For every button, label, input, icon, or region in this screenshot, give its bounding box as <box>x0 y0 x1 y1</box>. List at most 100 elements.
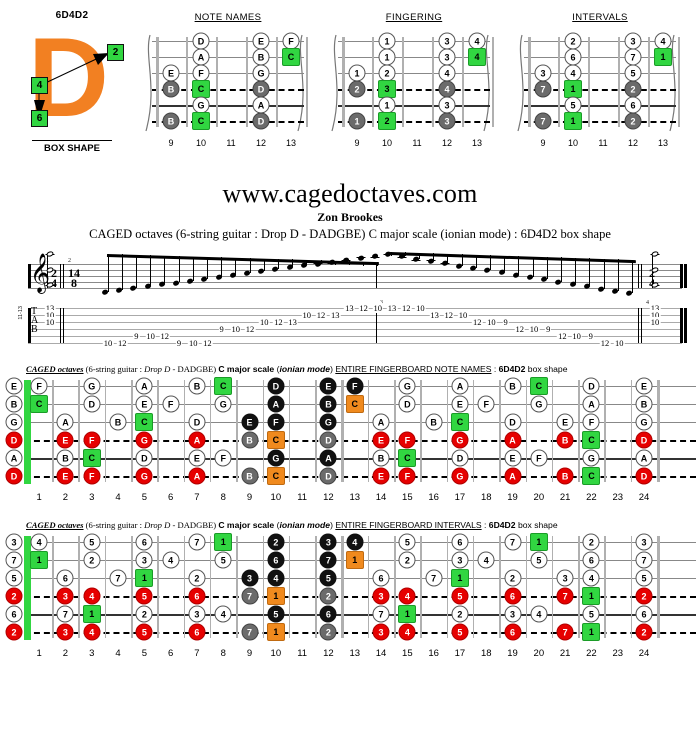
mini-fret-line <box>156 37 159 127</box>
tab-line <box>28 336 682 337</box>
fretboard-note-5: 5 <box>451 623 469 641</box>
fretboard-note-E: E <box>135 395 153 413</box>
tab-fret-number: 10 <box>571 331 582 341</box>
fretboard-note-D: D <box>319 467 337 485</box>
fret-number: 5 <box>141 492 147 503</box>
fret-number: 9 <box>246 492 253 503</box>
note-stem <box>475 254 477 268</box>
note-stem <box>348 261 350 266</box>
fretboard-note-E: E <box>241 413 259 431</box>
hdr-entire: ENTIRE FINGERBOARD NOTE NAMES <box>335 364 492 374</box>
mini-board-graphic: 13413412423413123 <box>328 27 500 137</box>
fret-line <box>551 536 554 638</box>
fretboard-note-2: 2 <box>504 569 522 587</box>
fret-line <box>209 380 212 482</box>
fret-line <box>630 380 633 482</box>
fretboard-note-5: 5 <box>451 587 469 605</box>
fretboard-note-D: D <box>188 413 206 431</box>
fret-line <box>104 380 107 482</box>
fretboard-note-G: G <box>451 431 469 449</box>
fretboard-note-names-fret-numbers: 1 2 3 4 5 6 7 8 9 10 11 12 13 14 15 16 17 18 19 20 21 22 23 24 <box>0 492 700 506</box>
mini-note-A: A <box>192 48 210 66</box>
fretboard-note-G: G <box>319 413 337 431</box>
fretboard-note-6: 6 <box>451 533 469 551</box>
tab-fret-number: 10 <box>44 317 56 327</box>
mini-note-C: C <box>282 48 300 66</box>
notehead <box>115 286 123 294</box>
mini-fret-line <box>342 37 345 127</box>
fret-line <box>52 536 54 638</box>
mini-board-graphic: 23467134571256712 <box>514 27 686 137</box>
hdr-colon: : <box>491 364 499 374</box>
fretboard-note-2: 2 <box>188 569 206 587</box>
note-stem <box>221 257 223 277</box>
tab-line <box>28 308 682 309</box>
mini-note-4: 4 <box>564 64 582 82</box>
mini-note-3: 3 <box>378 80 396 98</box>
fretboard-note-2: 2 <box>267 533 285 551</box>
fretboard-note-6: 6 <box>188 587 206 605</box>
tab-fret-number: 12 <box>400 303 412 313</box>
tab-fret-number: 10 <box>258 317 270 327</box>
fret-number: 20 <box>533 648 545 659</box>
fretboard-note-2: 2 <box>319 623 337 641</box>
fret-line <box>657 380 661 482</box>
fretboard-note-3: 3 <box>135 551 153 569</box>
fretboard-note-A: A <box>56 413 74 431</box>
fret-number: 16 <box>428 492 439 503</box>
fret-number: 21 <box>559 492 571 503</box>
fret-number: 13 <box>349 492 361 503</box>
mini-fret-line <box>462 37 464 127</box>
fretboard-note-5: 5 <box>319 569 337 587</box>
fretboard-note-4: 4 <box>477 551 495 569</box>
mini-note-B: B <box>162 112 180 130</box>
fretboard-note-A: A <box>451 377 469 395</box>
fretboard-note-1: 1 <box>529 533 548 551</box>
mini-fret-line <box>372 37 374 127</box>
fretboard-note-B: B <box>241 467 259 485</box>
tab-fret-number: 12 <box>443 310 455 320</box>
author-name: Zon Brookes <box>317 210 383 224</box>
barline <box>376 308 377 343</box>
fretboard-note-6: 6 <box>372 569 390 587</box>
note-stem <box>107 254 109 292</box>
tab-fret-number: 12 <box>315 310 327 320</box>
fretboard-note-F: F <box>582 413 600 431</box>
fretboard-note-2: 2 <box>635 587 653 605</box>
fret-line <box>236 536 238 638</box>
mini-note-6: 6 <box>564 48 582 66</box>
fret-line <box>525 536 528 638</box>
fret-line <box>446 536 449 638</box>
fretboard-note-1: 1 <box>582 587 601 605</box>
fret-number: 1 <box>36 492 42 503</box>
tab-fret-number: 12 <box>514 324 526 334</box>
mini-note-5: 5 <box>564 96 582 114</box>
fretboard-note-5: 5 <box>530 551 548 569</box>
box-shape-connector-lines <box>34 52 110 119</box>
fret-number: 24 <box>638 648 650 659</box>
fretboard-note-2: 2 <box>5 623 23 641</box>
fretboard-note-5: 5 <box>135 623 153 641</box>
mini-note-2: 2 <box>564 32 582 50</box>
mini-fret-number: 9 <box>540 138 546 148</box>
fretboard-note-A: A <box>135 377 153 395</box>
fret-line <box>183 536 186 638</box>
mini-title: NOTE NAMES <box>194 12 262 23</box>
fretboard-note-D: D <box>582 377 600 395</box>
fretboard-note-6: 6 <box>5 605 23 623</box>
final-barline <box>680 308 683 343</box>
tab-fret-number: 12 <box>116 338 128 348</box>
measure-number: 2 <box>68 258 71 264</box>
fretboard-note-7: 7 <box>109 569 127 587</box>
hdr-caged: CAGED octaves <box>26 364 84 374</box>
tab-fret-number: 12 <box>599 338 611 348</box>
fret-number: 21 <box>559 648 571 659</box>
fret-line <box>420 380 422 482</box>
fret-number: 23 <box>612 648 624 659</box>
notehead <box>526 273 534 281</box>
fretboard-note-7: 7 <box>188 533 206 551</box>
fretboard-note-6: 6 <box>135 533 153 551</box>
mini-fret-number: 9 <box>354 138 360 148</box>
fretboard-note-3: 3 <box>504 605 522 623</box>
fret-line <box>236 380 238 482</box>
